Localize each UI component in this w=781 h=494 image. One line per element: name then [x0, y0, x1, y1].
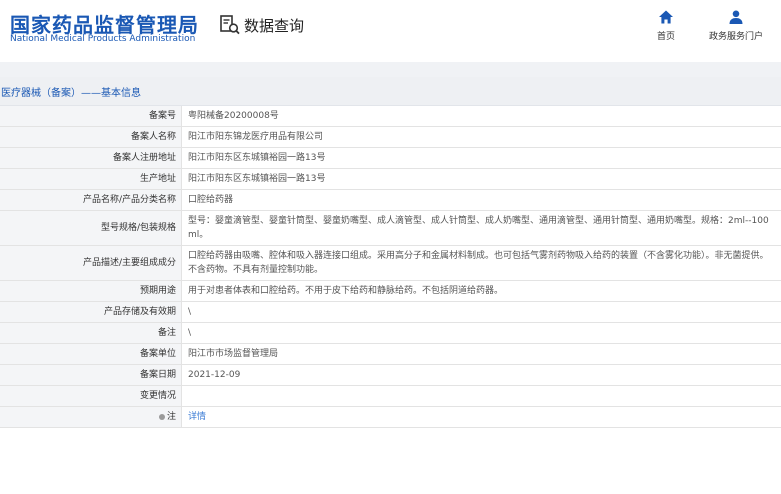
header-divider	[0, 62, 781, 77]
field-label: 备案人注册地址	[0, 147, 182, 169]
table-row: 产品名称/产品分类名称 口腔给药器	[0, 189, 781, 211]
field-label: 备案人名称	[0, 126, 182, 148]
field-value: 阳江市阳东锦龙医疗用品有限公司	[181, 126, 781, 148]
field-label: 备案单位	[0, 343, 182, 365]
field-label: 预期用途	[0, 280, 182, 302]
table-row: 注 详情	[0, 406, 781, 428]
field-value: 口腔给药器	[181, 189, 781, 211]
table-row: 产品描述/主要组成成分 口腔给药器由吸嘴、腔体和吸入器连接口组成。采用高分子和金…	[0, 245, 781, 281]
section-header: 医疗器械（备案）——基本信息	[0, 77, 781, 106]
note-label-cell: 注	[0, 406, 182, 428]
section-title: 医疗器械（备案）——基本信息	[1, 87, 141, 99]
table-row: 型号规格/包装规格 型号：婴童滴管型、婴童针筒型、婴童奶嘴型、成人滴管型、成人针…	[0, 210, 781, 246]
field-value: 用于对患者体表和口腔给药。不用于皮下给药和静脉给药。不包括阴道给药器。	[181, 280, 781, 302]
site-logo-en: National Medical Products Administration	[10, 34, 196, 44]
field-value: 口腔给药器由吸嘴、腔体和吸入器连接口组成。采用高分子和金属材料制成。也可包括气雾…	[181, 245, 781, 281]
module-title: 数据查询	[244, 16, 305, 35]
home-icon	[659, 10, 673, 24]
table-row: 预期用途 用于对患者体表和口腔给药。不用于皮下给药和静脉给药。不包括阴道给药器。	[0, 280, 781, 302]
field-label: 备案日期	[0, 364, 182, 386]
field-label: 变更情况	[0, 385, 182, 407]
table-row: 备案号 粤阳械备20200008号	[0, 106, 781, 127]
nav-service-portal[interactable]: 政务服务门户	[696, 9, 776, 42]
note-value-cell: 详情	[181, 406, 781, 428]
field-label: 备案号	[0, 106, 182, 127]
nav-home[interactable]: 首页	[626, 9, 706, 42]
field-label: 型号规格/包装规格	[0, 210, 182, 246]
user-icon	[729, 10, 743, 24]
field-value: \	[181, 322, 781, 344]
table-row: 备案单位 阳江市市场监督管理局	[0, 343, 781, 365]
record-table: 备案号 粤阳械备20200008号 备案人名称 阳江市阳东锦龙医疗用品有限公司 …	[0, 106, 781, 428]
table-row: 备案日期 2021-12-09	[0, 364, 781, 386]
field-label: 备注	[0, 322, 182, 344]
field-label: 产品描述/主要组成成分	[0, 245, 182, 281]
field-value: 粤阳械备20200008号	[181, 106, 781, 127]
table-row: 变更情况	[0, 385, 781, 407]
field-value: 阳江市市场监督管理局	[181, 343, 781, 365]
note-label: 注	[166, 412, 176, 422]
field-label: 产品存储及有效期	[0, 301, 182, 323]
data-search-icon	[220, 15, 240, 35]
table-row: 产品存储及有效期 \	[0, 301, 781, 323]
details-link[interactable]: 详情	[188, 412, 206, 422]
field-label: 产品名称/产品分类名称	[0, 189, 182, 211]
pin-icon	[158, 413, 165, 420]
table-row: 生产地址 阳江市阳东区东城镇裕园一路13号	[0, 168, 781, 190]
field-value: 2021-12-09	[181, 364, 781, 386]
field-value	[181, 385, 781, 407]
nav-home-label: 首页	[656, 32, 675, 42]
module-heading: 数据查询	[219, 14, 304, 36]
field-value: \	[181, 301, 781, 323]
table-row: 备案人注册地址 阳江市阳东区东城镇裕园一路13号	[0, 147, 781, 169]
site-header: 国家药品监督管理局 National Medical Products Admi…	[0, 0, 781, 62]
table-row: 备案人名称 阳江市阳东锦龙医疗用品有限公司	[0, 126, 781, 148]
field-value: 阳江市阳东区东城镇裕园一路13号	[181, 168, 781, 190]
field-value: 阳江市阳东区东城镇裕园一路13号	[181, 147, 781, 169]
field-value: 型号：婴童滴管型、婴童针筒型、婴童奶嘴型、成人滴管型、成人针筒型、成人奶嘴型、通…	[181, 210, 781, 246]
field-label: 生产地址	[0, 168, 182, 190]
table-row: 备注 \	[0, 322, 781, 344]
nav-service-portal-label: 政务服务门户	[708, 32, 763, 42]
